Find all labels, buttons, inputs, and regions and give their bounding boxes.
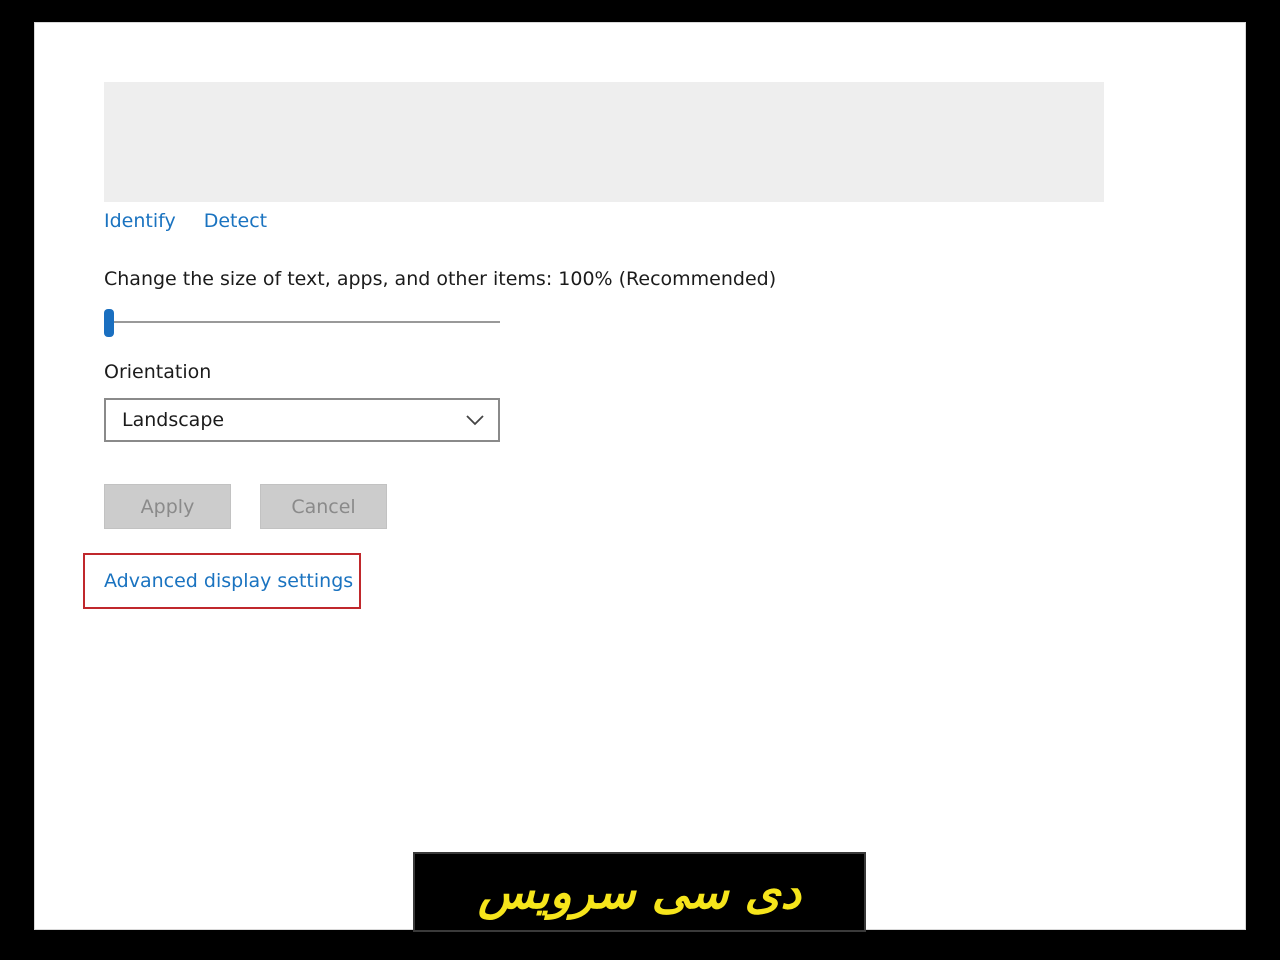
detect-link[interactable]: Detect [204,210,267,232]
advanced-settings-highlight: Advanced display settings [83,553,361,609]
orientation-dropdown[interactable]: Landscape [104,398,500,442]
watermark-logo: دی سی سرویس [413,852,866,932]
orientation-label: Orientation [104,361,212,383]
watermark-text: دی سی سرویس [478,865,801,919]
chevron-down-icon [466,415,484,426]
identify-link[interactable]: Identify [104,210,176,232]
advanced-display-settings-link[interactable]: Advanced display settings [104,570,353,592]
orientation-selected-value: Landscape [122,409,225,431]
display-link-row: Identify Detect [104,210,267,232]
slider-thumb[interactable] [104,309,114,337]
scale-slider[interactable] [104,306,500,338]
cancel-button[interactable]: Cancel [260,484,387,529]
monitor-preview-area [104,82,1104,202]
apply-button[interactable]: Apply [104,484,231,529]
slider-track[interactable] [104,321,500,323]
scale-label: Change the size of text, apps, and other… [104,268,777,290]
